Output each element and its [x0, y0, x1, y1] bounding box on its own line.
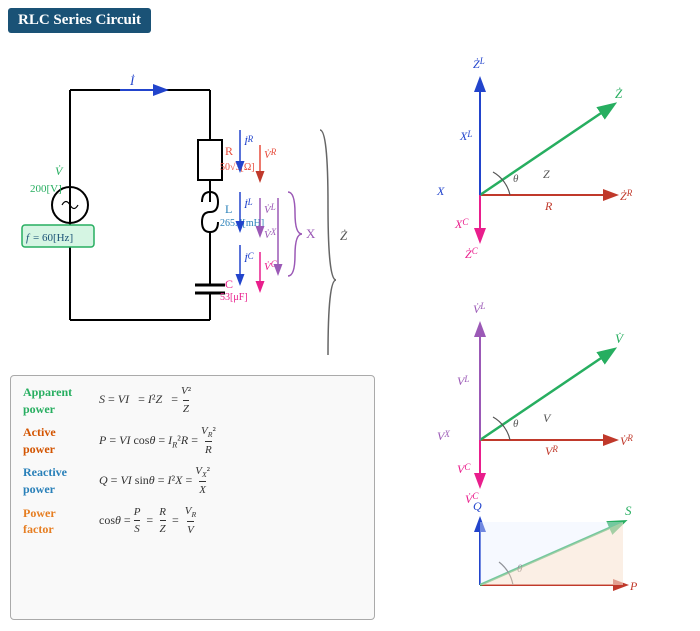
reactive-label: Reactivepower: [23, 464, 93, 498]
svg-text:V̇X: V̇X: [264, 227, 277, 241]
svg-text:265.4[mH]: 265.4[mH]: [220, 218, 264, 229]
active-power-row: Activepower P = VI cosθ = IR²R = VR² R: [23, 424, 362, 458]
svg-text:V̇C: V̇C: [264, 259, 278, 273]
svg-text:V: V: [543, 411, 552, 425]
svg-text:R: R: [544, 199, 553, 213]
svg-text:V̇: V̇: [615, 331, 625, 346]
svg-text:VR: VR: [545, 444, 558, 458]
svg-text:θ: θ: [513, 173, 519, 185]
svg-text:Z: Z: [543, 167, 550, 181]
svg-text:53[μF]: 53[μF]: [220, 292, 248, 303]
powerfactor-formula: cosθ = P S = R Z = VR V: [99, 504, 196, 538]
svg-text:XC: XC: [454, 217, 469, 231]
svg-text:S: S: [625, 503, 632, 518]
apparent-power-row: Apparentpower S = VI = I²Z = V² Z: [23, 384, 362, 418]
svg-text:ŻR: ŻR: [620, 188, 633, 203]
svg-text:XL: XL: [459, 129, 472, 143]
svg-text:İL: İL: [243, 197, 253, 211]
apparent-label: Apparentpower: [23, 384, 93, 418]
svg-text:X: X: [306, 226, 316, 241]
active-label: Activepower: [23, 424, 93, 458]
svg-text:θ: θ: [513, 418, 519, 430]
svg-text:V̇R: V̇R: [264, 147, 277, 161]
circuit-diagram: İ V̇ 200[V] f = 60[Hz] R 50√3[Ω] İR V̇R …: [10, 30, 380, 390]
svg-text:V̇L: V̇L: [264, 202, 276, 216]
svg-text:İC: İC: [243, 251, 255, 265]
svg-text:P: P: [629, 579, 638, 593]
svg-text:V̇L: V̇L: [473, 301, 485, 316]
svg-text:= 60[Hz]: = 60[Hz]: [33, 232, 73, 244]
powerfactor-label: Powerfactor: [23, 505, 93, 539]
svg-text:V̇: V̇: [55, 164, 64, 178]
svg-text:VC: VC: [457, 462, 471, 476]
svg-text:ŻC: ŻC: [465, 246, 479, 261]
svg-text:C: C: [225, 277, 233, 291]
svg-text:R: R: [225, 144, 233, 158]
svg-text:VX: VX: [437, 429, 450, 443]
svg-text:X: X: [436, 184, 445, 198]
power-factor-row: Powerfactor cosθ = P S = R Z = VR V: [23, 504, 362, 538]
svg-text:İ: İ: [129, 73, 135, 88]
svg-text:ŻL: ŻL: [473, 56, 485, 71]
svg-text:200[V]: 200[V]: [30, 183, 62, 195]
svg-text:Ż: Ż: [340, 228, 348, 243]
formulas-box: Apparentpower S = VI = I²Z = V² Z Active…: [10, 375, 375, 620]
active-formula: P = VI cosθ = IR²R = VR² R: [99, 424, 216, 458]
svg-text:L: L: [225, 202, 232, 216]
svg-text:V̇R: V̇R: [620, 433, 633, 448]
svg-text:Q: Q: [473, 499, 482, 513]
phasor-diagrams: ŻR ŻL ŻC Ż θ XL X XC Z R V̇R V̇L V̇C V̇ …: [395, 10, 690, 625]
svg-text:Ż: Ż: [615, 86, 623, 101]
reactive-formula: Q = VI sinθ = I²X = VX² X: [99, 464, 210, 498]
svg-text:50√3[Ω]: 50√3[Ω]: [220, 162, 255, 173]
svg-text:İR: İR: [243, 134, 254, 148]
reactive-power-row: Reactivepower Q = VI sinθ = I²X = VX² X: [23, 464, 362, 498]
svg-text:VL: VL: [457, 374, 469, 388]
apparent-formula: S = VI = I²Z = V² Z: [99, 384, 191, 417]
